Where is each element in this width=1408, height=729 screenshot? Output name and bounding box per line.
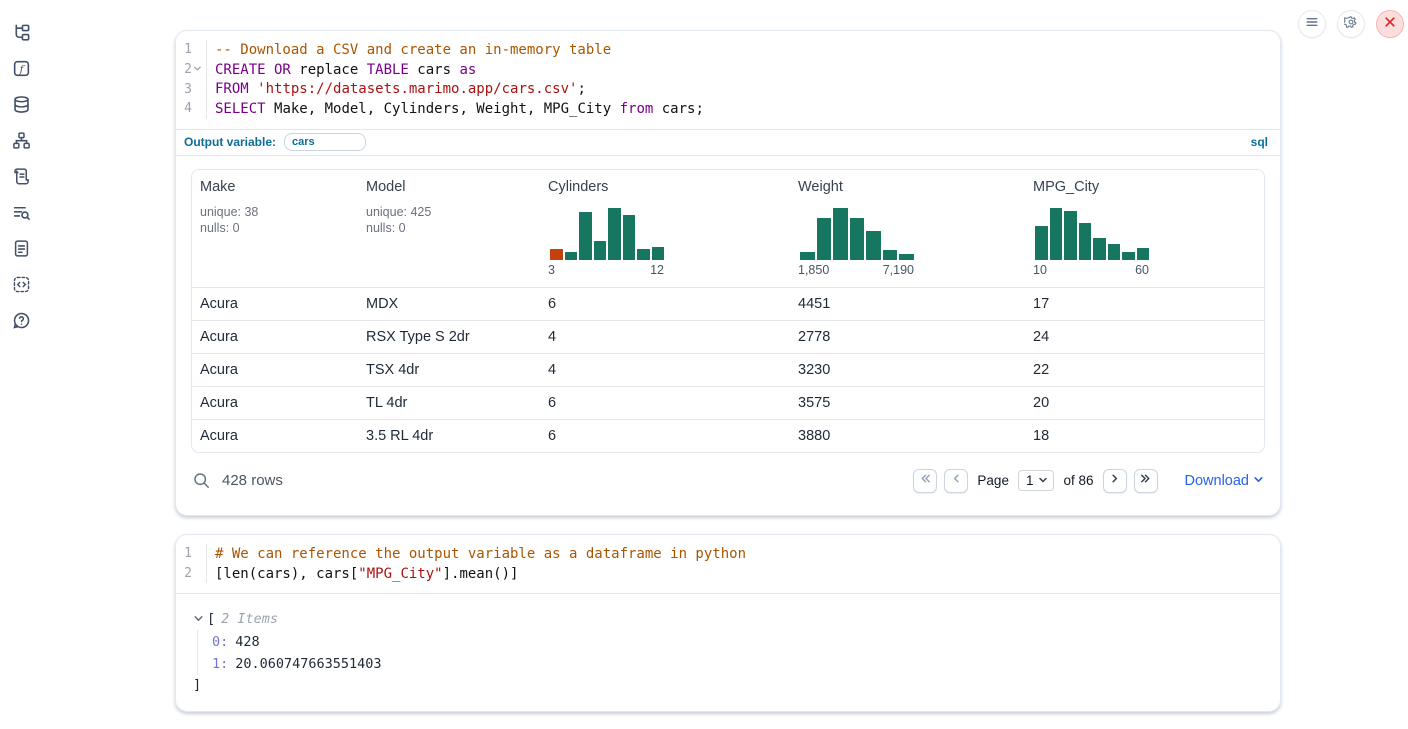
- data-table: Make unique: 38nulls: 0 Model unique: 42…: [191, 169, 1265, 453]
- sql-code-editor[interactable]: 1 2 3 4 -- Download a CSV and create an …: [176, 31, 1280, 129]
- chevron-down-icon: [1038, 473, 1048, 488]
- mpg-city-histogram[interactable]: [1035, 208, 1149, 260]
- table-row[interactable]: AcuraRSX Type S 2dr 42778 24: [192, 320, 1264, 353]
- chevron-down-icon: [1253, 472, 1264, 489]
- output-variable-bar: Output variable: sql: [176, 129, 1280, 156]
- first-page-button[interactable]: [913, 469, 937, 493]
- sql-cell: 1 2 3 4 -- Download a CSV and create an …: [175, 30, 1281, 516]
- cylinders-histogram[interactable]: [550, 208, 664, 260]
- fold-chevron-icon[interactable]: [193, 64, 204, 75]
- settings-button[interactable]: [1337, 10, 1365, 38]
- table-row[interactable]: AcuraTL 4dr 63575 20: [192, 386, 1264, 419]
- search-icon[interactable]: [193, 472, 210, 489]
- line-number: 1: [184, 546, 192, 561]
- python-gutter: 1 2: [176, 544, 206, 583]
- file-explorer-icon[interactable]: [12, 23, 31, 42]
- table-row[interactable]: AcuraMDX 64451 17: [192, 287, 1264, 320]
- line-number: 4: [184, 101, 192, 116]
- shutdown-button[interactable]: [1376, 10, 1404, 38]
- page-select[interactable]: 1: [1018, 470, 1055, 491]
- documentation-icon[interactable]: [12, 239, 31, 258]
- next-page-button[interactable]: [1103, 469, 1127, 493]
- last-page-button[interactable]: [1134, 469, 1158, 493]
- column-header-cylinders[interactable]: Cylinders 312: [540, 170, 790, 287]
- snippets-icon[interactable]: [12, 275, 31, 294]
- output-variable-label: Output variable:: [184, 135, 276, 149]
- open-bracket: [: [207, 611, 215, 627]
- menu-button[interactable]: [1298, 10, 1326, 38]
- gear-icon: [1344, 15, 1358, 34]
- tree-items: 0: 428 1: 20.060747663551403: [197, 630, 1264, 675]
- help-icon[interactable]: [12, 311, 31, 330]
- logs-icon[interactable]: [12, 203, 31, 222]
- table-header-row: Make unique: 38nulls: 0 Model unique: 42…: [192, 170, 1264, 287]
- pagination: Page 1 of 86 Download: [913, 469, 1264, 493]
- top-right-controls: [1298, 10, 1404, 38]
- sql-gutter: 1 2 3 4: [176, 40, 206, 119]
- weight-histogram[interactable]: [800, 208, 914, 260]
- tree-root: [ 2 Items: [193, 608, 1264, 630]
- list-item: 0: 428: [212, 630, 1264, 653]
- datasources-icon[interactable]: [12, 95, 31, 114]
- code-line: -- Download a CSV and create an in-memor…: [215, 40, 1280, 60]
- page-total: of 86: [1063, 473, 1093, 488]
- menu-icon: [1305, 15, 1319, 34]
- chevron-left-icon: [950, 472, 963, 490]
- mpg-city-axis: 1060: [1033, 263, 1149, 277]
- close-bracket: ]: [193, 675, 1264, 695]
- prev-page-button[interactable]: [944, 469, 968, 493]
- row-count: 428 rows: [222, 472, 283, 489]
- download-button[interactable]: Download: [1185, 472, 1265, 489]
- code-line: # We can reference the output variable a…: [215, 544, 1280, 564]
- chevron-right-icon: [1108, 472, 1121, 490]
- svg-text:f: f: [18, 63, 25, 75]
- dependencies-icon[interactable]: [12, 131, 31, 150]
- table-row[interactable]: Acura3.5 RL 4dr 63880 18: [192, 419, 1264, 452]
- column-header-make[interactable]: Make unique: 38nulls: 0: [192, 170, 358, 287]
- page-label: Page: [977, 473, 1009, 488]
- left-sidebar: f: [0, 0, 42, 729]
- scratchpad-icon[interactable]: [12, 167, 31, 186]
- table-row[interactable]: AcuraTSX 4dr 43230 22: [192, 353, 1264, 386]
- python-code-editor[interactable]: 1 2 # We can reference the output variab…: [176, 535, 1280, 593]
- python-output: [ 2 Items 0: 428 1: 20.060747663551403 ]: [176, 593, 1280, 711]
- functions-icon[interactable]: f: [12, 59, 31, 78]
- collapse-chevron-icon[interactable]: [193, 613, 205, 625]
- line-number: 2: [184, 566, 192, 581]
- language-badge[interactable]: sql: [1251, 135, 1268, 149]
- column-header-weight[interactable]: Weight 1,8507,190: [790, 170, 1025, 287]
- line-number: 1: [184, 42, 192, 57]
- line-number: 3: [184, 82, 192, 97]
- list-item: 1: 20.060747663551403: [212, 653, 1264, 676]
- line-number: 2: [184, 62, 192, 77]
- code-line: CREATE OR replace TABLE cars as: [215, 60, 1280, 80]
- close-icon: [1383, 15, 1397, 34]
- weight-axis: 1,8507,190: [798, 263, 914, 277]
- chevrons-right-icon: [1139, 472, 1152, 490]
- code-line: [len(cars), cars["MPG_City"].mean()]: [215, 564, 1280, 584]
- items-count: 2 Items: [221, 611, 278, 627]
- python-cell: 1 2 # We can reference the output variab…: [175, 534, 1281, 712]
- chevrons-left-icon: [919, 472, 932, 490]
- code-line: SELECT Make, Model, Cylinders, Weight, M…: [215, 99, 1280, 119]
- output-variable-input[interactable]: [284, 133, 366, 151]
- column-header-model[interactable]: Model unique: 425nulls: 0: [358, 170, 540, 287]
- column-header-mpg-city[interactable]: MPG_City 1060: [1025, 170, 1264, 287]
- table-footer: 428 rows Page 1 of 86: [176, 453, 1280, 493]
- cylinders-axis: 312: [548, 263, 664, 277]
- code-line: FROM 'https://datasets.marimo.app/cars.c…: [215, 79, 1280, 99]
